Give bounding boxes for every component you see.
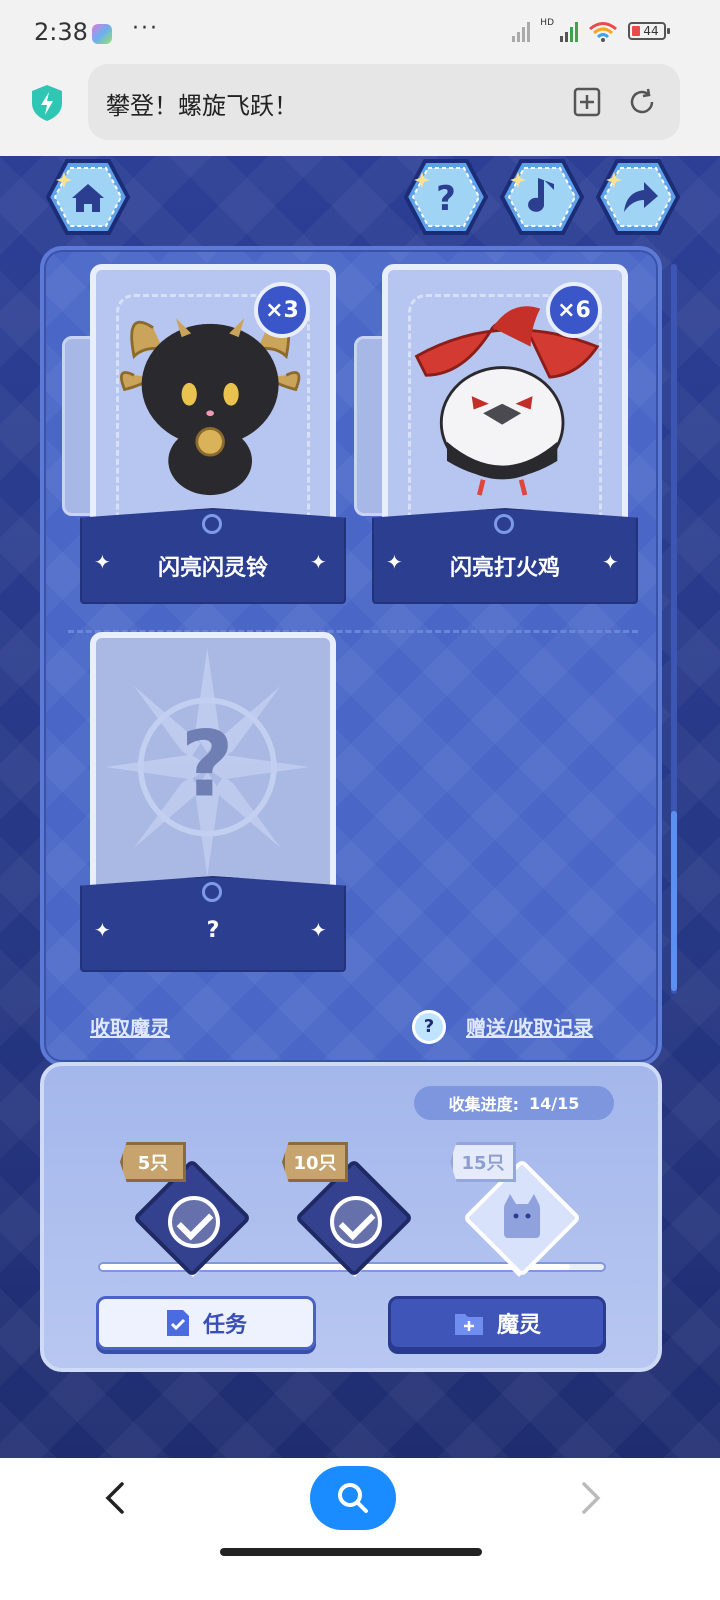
spirit-card[interactable]: ×3 ✦ 闪亮闪灵铃 ✦ [62, 264, 348, 604]
receive-spirit-link[interactable]: 收取魔灵 [90, 1012, 170, 1041]
count-badge: ×6 [546, 282, 602, 338]
cat-bag-reward-icon [504, 1194, 540, 1238]
milestone-tag: 15只 [450, 1142, 516, 1182]
card-face: ×3 [90, 264, 336, 534]
home-icon [46, 159, 130, 235]
records-help-icon[interactable]: ? [412, 1010, 446, 1044]
more-notifications-icon: ··· [132, 16, 159, 41]
address-bar[interactable]: 攀登！螺旋飞跃！ [88, 64, 680, 140]
banner-dot [494, 514, 514, 534]
browser-bottom-nav [0, 1458, 720, 1600]
sparkle-icon: ✦ [310, 918, 327, 942]
card-name: 闪亮闪灵铃 [157, 556, 268, 581]
milestone-tag: 5只 [120, 1142, 186, 1182]
share-button[interactable] [596, 158, 680, 236]
forward-arrow-icon[interactable] [570, 1478, 610, 1518]
app-notification-icon [92, 24, 112, 44]
card-name: ? [206, 918, 220, 943]
share-arrow-icon [596, 159, 680, 235]
banner-dot [202, 514, 222, 534]
wifi-icon [589, 22, 617, 42]
search-icon [338, 1483, 368, 1513]
hd-label: HD [540, 18, 554, 28]
claimed-check-icon [330, 1196, 382, 1248]
spirit-button[interactable]: 魔灵 [388, 1296, 606, 1350]
status-time: 2:38 [34, 18, 88, 46]
spirit-button-label: 魔灵 [496, 1313, 541, 1338]
search-button[interactable] [310, 1466, 396, 1530]
spirit-card-locked[interactable]: ? ✦ ? ✦ [80, 632, 348, 972]
music-button[interactable] [500, 158, 584, 236]
svg-text:?: ? [436, 179, 456, 219]
count-badge: ×3 [254, 282, 310, 338]
task-document-icon [166, 1310, 189, 1336]
scrollbar-thumb[interactable] [671, 811, 677, 991]
progress-value: 14/15 [529, 1093, 580, 1113]
milestone-reward-10[interactable]: 10只 [282, 1142, 414, 1278]
music-note-icon [500, 159, 584, 235]
add-bookmark-icon[interactable] [572, 86, 602, 118]
svg-text:?: ? [181, 711, 234, 818]
signal-icon-sim2 [560, 20, 578, 42]
help-button[interactable]: ? [404, 158, 488, 236]
home-indicator[interactable] [220, 1548, 482, 1556]
progress-label: 收集进度: 14/15 [414, 1086, 614, 1120]
milestone-tag: 10只 [282, 1142, 348, 1182]
status-indicators: HD 44 [512, 18, 670, 42]
task-button[interactable]: 任务 [96, 1296, 316, 1350]
claimed-check-icon [168, 1196, 220, 1248]
card-face: ×6 [382, 264, 628, 534]
spirit-card[interactable]: ×6 ✦ 闪亮打火鸡 ✦ [354, 264, 640, 604]
folder-add-icon [454, 1314, 483, 1335]
game-canvas: ? ×3 ✦ 闪亮闪灵铃 ✦ ×6 ✦ 闪亮打火鸡 ✦ ? ✦ ? ✦ 收取魔灵… [0, 156, 720, 1458]
browser-toolbar: 攀登！螺旋飞跃！ [0, 64, 720, 156]
unknown-spirit-icon: ? [105, 648, 310, 877]
back-arrow-icon[interactable] [96, 1478, 136, 1518]
card-face: ? [90, 632, 336, 902]
battery-icon: 44 [628, 22, 670, 40]
progress-label-text: 收集进度: [448, 1095, 520, 1114]
security-shield-icon[interactable] [30, 84, 64, 122]
sparkle-icon: ✦ [602, 550, 619, 574]
task-button-label: 任务 [202, 1313, 247, 1338]
banner-dot [202, 882, 222, 902]
card-name: 闪亮打火鸡 [449, 556, 560, 581]
reload-icon[interactable] [626, 86, 658, 118]
home-button[interactable] [46, 158, 130, 236]
gift-records-link[interactable]: 赠送/收取记录 [466, 1012, 593, 1041]
page-title: 攀登！螺旋飞跃！ [106, 92, 298, 120]
sparkle-icon: ✦ [310, 550, 327, 574]
question-icon: ? [404, 159, 488, 235]
status-bar: 2:38 ··· HD 44 [0, 0, 720, 64]
signal-icon-sim1 [512, 20, 531, 42]
milestone-reward-5[interactable]: 5只 [120, 1142, 252, 1278]
milestone-reward-15[interactable]: 15只 [450, 1142, 582, 1278]
